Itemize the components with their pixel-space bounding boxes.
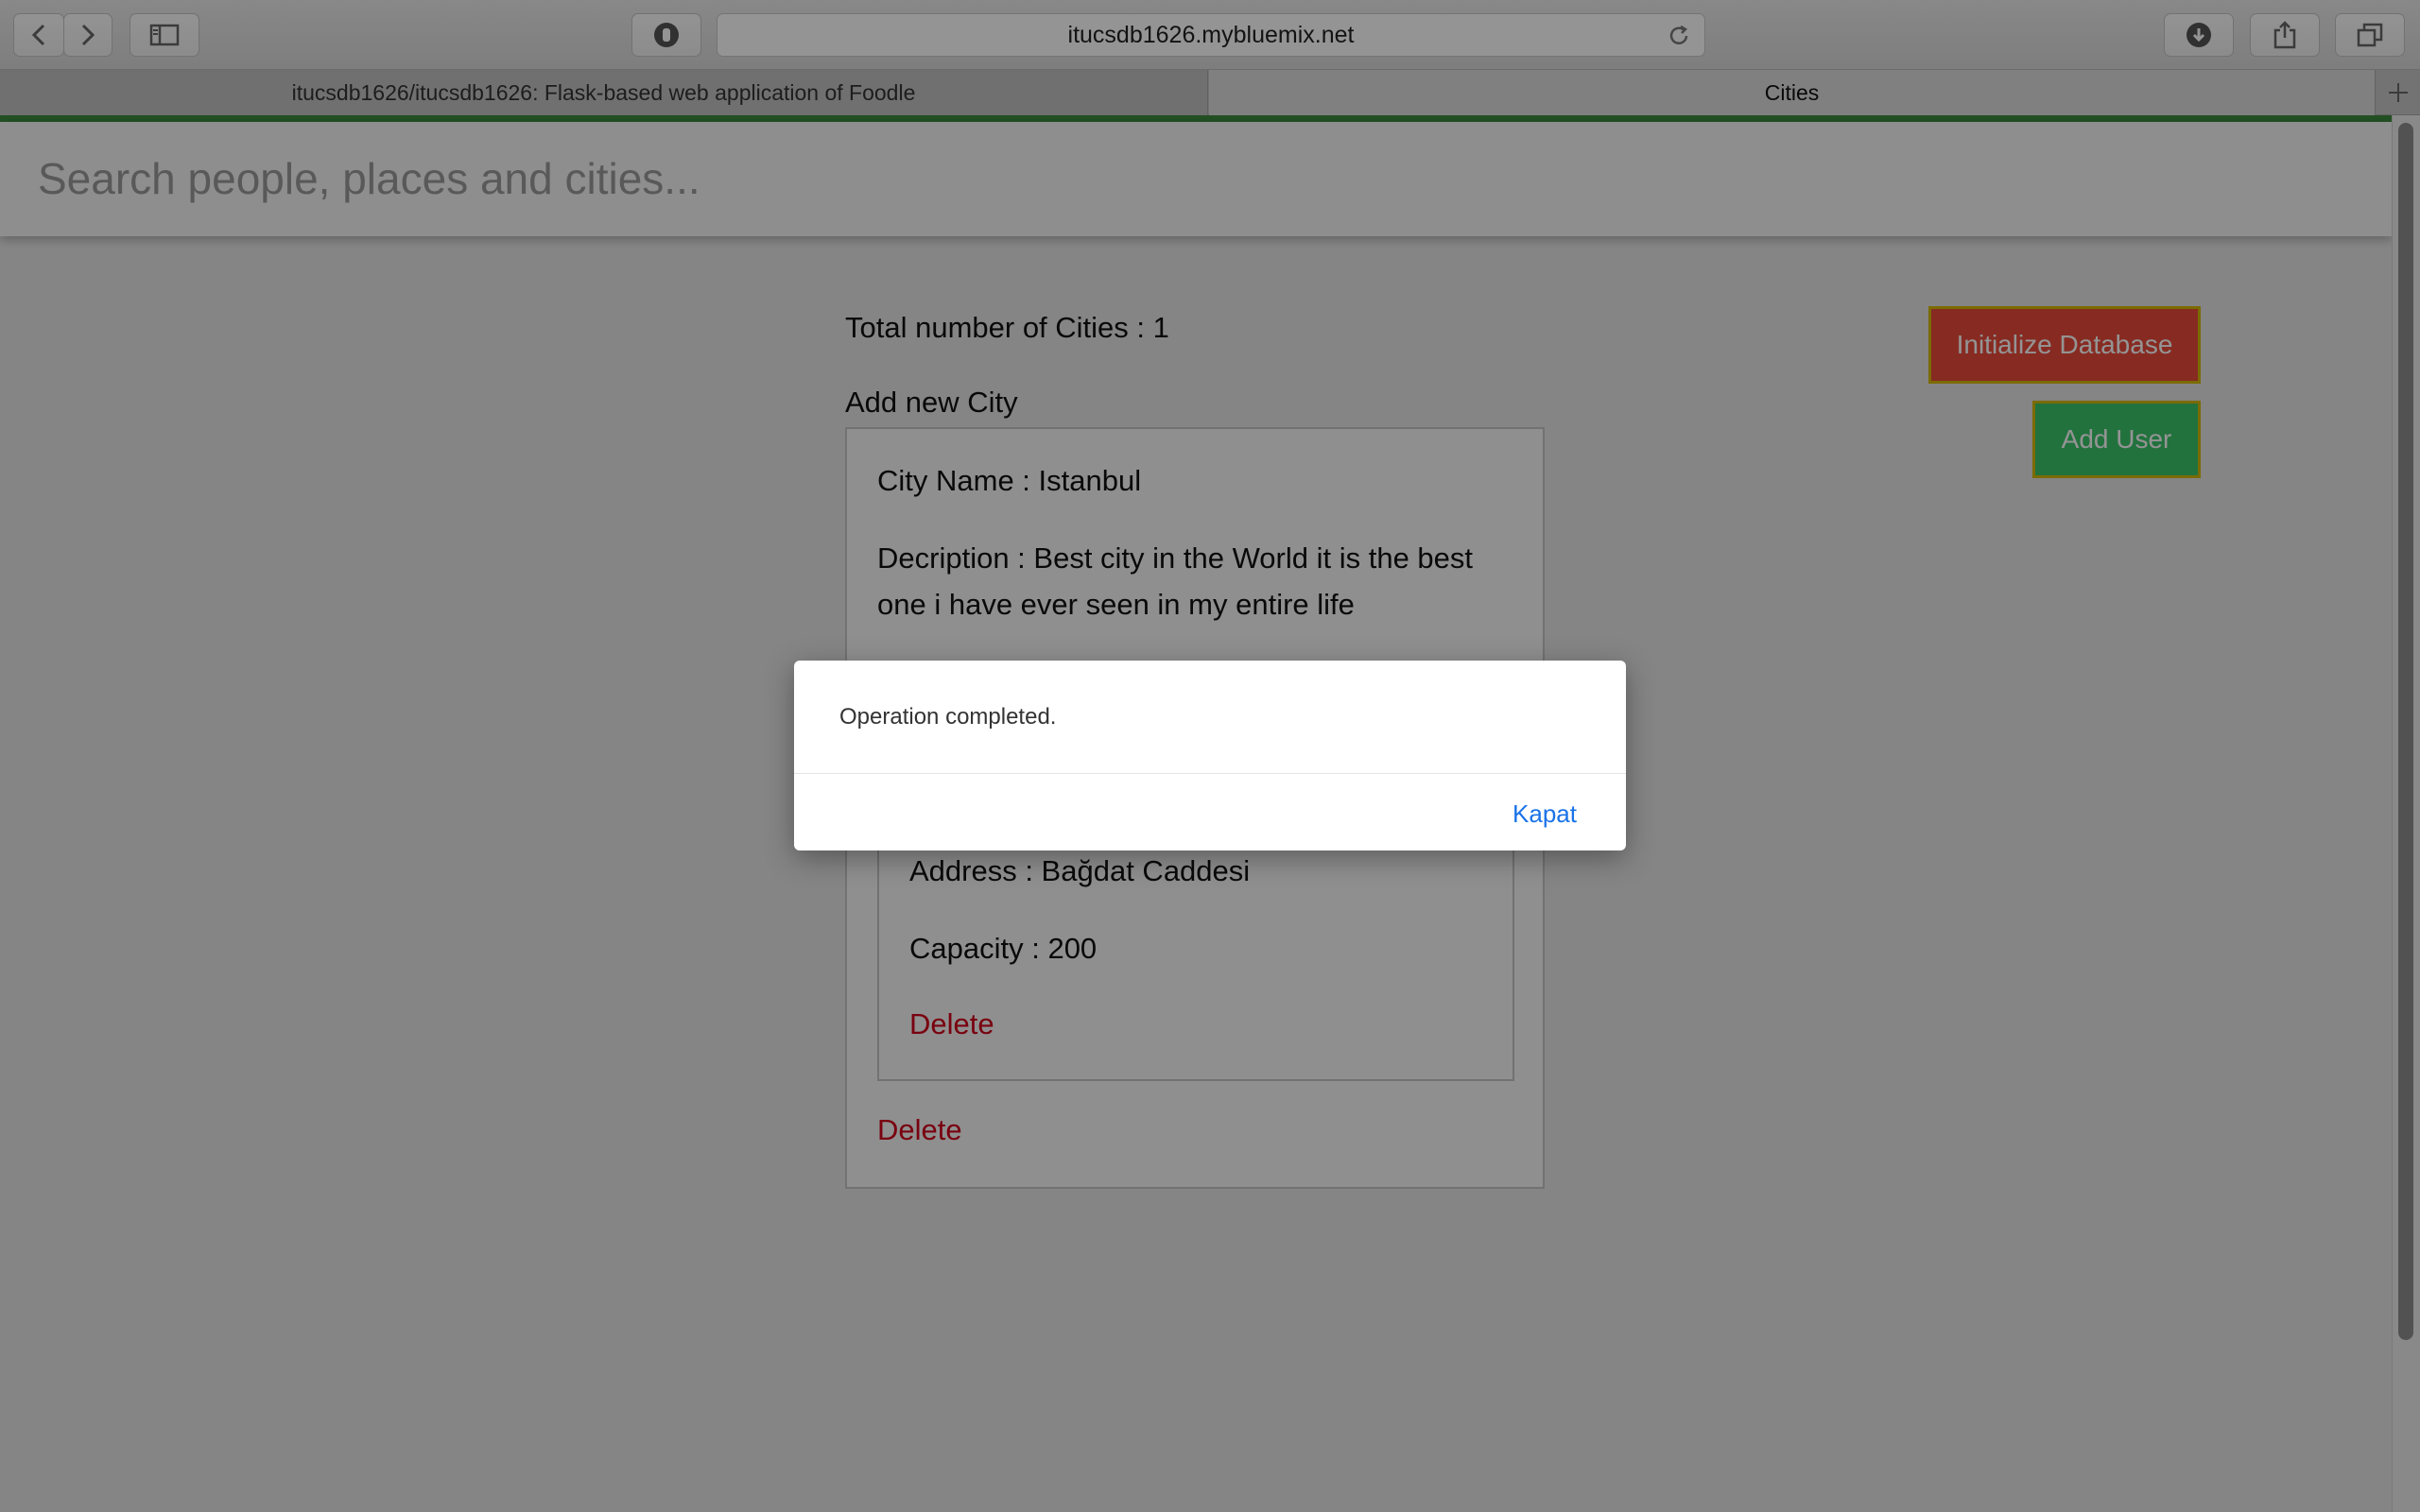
- alert-dialog: Operation completed. Kapat: [794, 661, 1626, 850]
- dialog-close-button[interactable]: Kapat: [1512, 799, 1577, 829]
- dialog-message: Operation completed.: [839, 704, 1057, 730]
- dialog-divider: [794, 773, 1626, 774]
